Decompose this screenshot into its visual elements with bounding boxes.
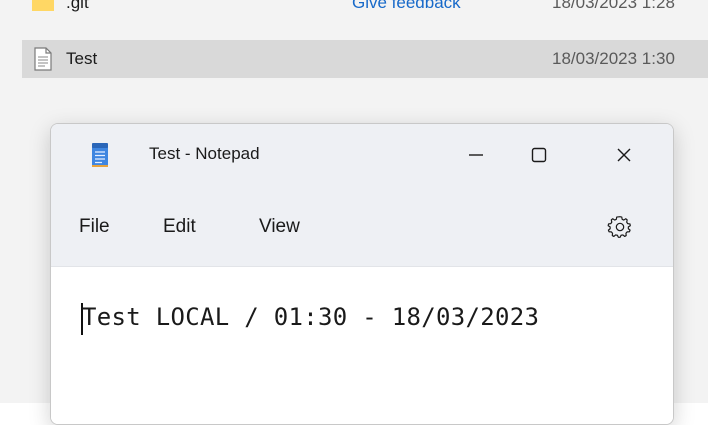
file-date: 18/03/2023 1:30 <box>552 49 675 68</box>
text-editor[interactable]: Test LOCAL / 01:30 - 18/03/2023 <box>51 267 673 424</box>
file-row-test[interactable]: Test 18/03/2023 1:30 <box>22 40 708 78</box>
file-date: 18/03/2023 1:28 <box>552 0 675 12</box>
close-button[interactable] <box>594 124 654 186</box>
file-name: .git <box>66 0 89 12</box>
minimize-icon <box>469 154 483 156</box>
menu-file[interactable]: File <box>79 216 110 238</box>
minimize-button[interactable] <box>446 124 506 186</box>
give-feedback-link[interactable]: Give feedback <box>352 0 461 13</box>
maximize-button[interactable] <box>509 124 569 186</box>
notepad-icon <box>91 140 109 168</box>
maximize-icon <box>531 147 547 163</box>
settings-button[interactable] <box>607 214 633 240</box>
close-icon <box>617 148 631 162</box>
file-row-git[interactable]: .git Give feedback 18/03/2023 1:28 <box>22 0 708 22</box>
editor-content: Test LOCAL / 01:30 - 18/03/2023 <box>82 303 540 331</box>
title-bar[interactable]: Test - Notepad <box>51 124 673 192</box>
notepad-window: Test - Notepad File Edit View Test LOCAL… <box>50 123 674 425</box>
menu-bar: File Edit View <box>51 192 673 267</box>
menu-edit[interactable]: Edit <box>163 216 196 238</box>
file-name: Test <box>66 49 98 68</box>
gear-icon <box>607 216 631 238</box>
window-title: Test - Notepad <box>149 144 260 163</box>
menu-view[interactable]: View <box>259 216 300 238</box>
folder-icon <box>28 0 58 18</box>
document-icon <box>28 44 58 74</box>
